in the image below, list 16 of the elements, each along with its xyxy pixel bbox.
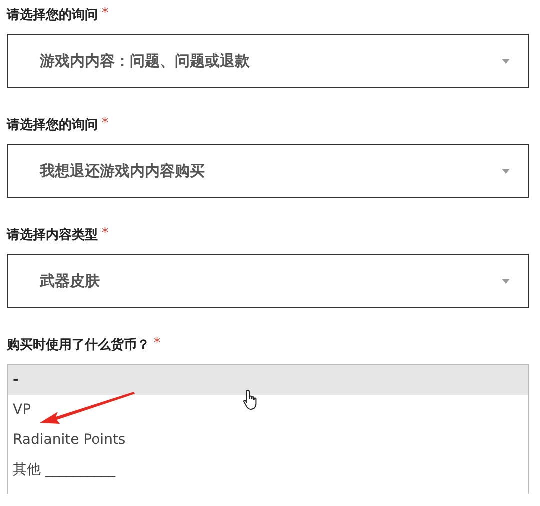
required-asterisk: * [102,6,108,22]
select-field[interactable]: 游戏内内容：问题、问题或退款 [7,34,529,88]
field-label: 请选择内容类型 [7,226,98,245]
hand-pointer-icon [243,389,259,411]
select-field[interactable]: 我想退还游戏内内容购买 [7,144,529,198]
required-asterisk: * [154,336,160,352]
list-option[interactable]: - [8,365,528,395]
dropdown-caret-icon [502,58,510,64]
field-label: 请选择您的询问 [7,117,98,135]
field-label: 购买时使用了什么货币？ [7,336,150,355]
required-asterisk: * [102,116,108,132]
dropdown-caret-icon [502,168,510,174]
select-field[interactable]: 武器皮肤 [7,254,529,308]
field-label: 请选择您的询问 [7,7,98,25]
required-asterisk: * [102,226,108,242]
dropdown-caret-icon [502,278,510,284]
